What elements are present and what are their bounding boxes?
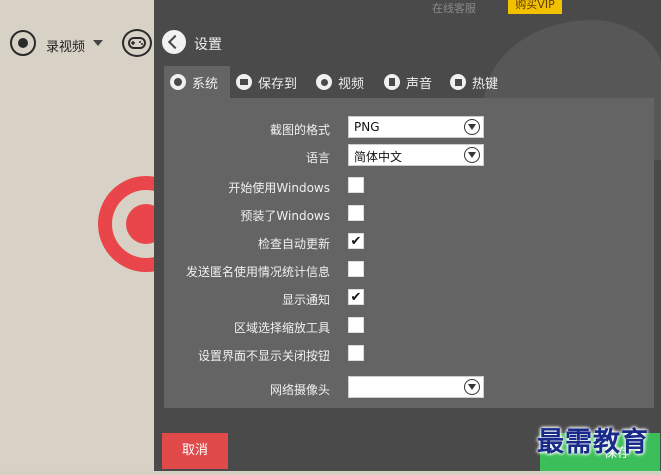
tab-label: 保存到 [258,76,298,92]
region-zoom-row: 区域选择缩放工具 [164,314,654,338]
preinstalled-windows-checkbox[interactable] [348,205,364,221]
chevron-down-icon[interactable] [464,119,480,135]
show-notifications-checkbox[interactable]: ✔ [348,289,364,305]
select-value: 简体中文 [354,150,403,164]
language-row: 语言 简体中文 [164,144,654,168]
hide-close-button-checkbox[interactable] [348,345,364,361]
page-title: 设置 [194,37,222,53]
anonymous-stats-row: 发送匿名使用情况统计信息 [164,258,654,282]
select-value: PNG [354,120,380,134]
buy-vip-button[interactable]: 购买VIP [508,0,562,14]
tab-label: 视频 [338,76,365,92]
webcam-row: 网络摄像头 [164,376,654,400]
tab-hotkeys[interactable]: 热键 [444,66,510,98]
record-icon [316,74,332,90]
settings-panel: 在线客服 购买VIP 设置 系统 保存到 视频 声音 热键 截图的格式 PNG … [154,0,661,471]
language-label: 语言 [305,151,330,165]
start-with-windows-checkbox[interactable] [348,177,364,193]
auto-update-row: 检查自动更新 ✔ [164,230,654,254]
screenshot-format-select[interactable]: PNG [348,116,484,138]
record-video-label[interactable]: 录视频 [46,36,85,55]
record-icon[interactable] [10,30,36,56]
online-service-link[interactable]: 在线客服 [432,0,476,16]
auto-update-label: 检查自动更新 [257,237,330,251]
gear-icon [170,74,186,90]
back-arrow-icon[interactable] [162,30,186,54]
chevron-down-icon[interactable] [93,40,103,46]
screenshot-format-label: 截图的格式 [269,123,330,137]
preinstalled-windows-label: 预装了Windows [240,209,330,223]
language-select[interactable]: 简体中文 [348,144,484,166]
cancel-button[interactable]: 取消 [162,433,228,469]
start-with-windows-label: 开始使用Windows [228,181,330,195]
hide-close-button-label: 设置界面不显示关闭按钮 [197,349,330,363]
tab-save-to[interactable]: 保存到 [230,66,310,98]
show-notifications-label: 显示通知 [281,293,330,307]
webcam-select[interactable] [348,376,484,398]
tab-label: 声音 [406,76,433,92]
auto-update-checkbox[interactable]: ✔ [348,233,364,249]
tab-label: 系统 [192,76,219,92]
screenshot-format-row: 截图的格式 PNG [164,116,654,140]
show-notifications-row: 显示通知 ✔ [164,286,654,310]
tab-label: 热键 [472,76,499,92]
settings-tabs: 系统 保存到 视频 声音 热键 [164,66,654,98]
preinstalled-windows-row: 预装了Windows [164,202,654,226]
region-zoom-label: 区域选择缩放工具 [233,321,330,335]
region-zoom-checkbox[interactable] [348,317,364,333]
folder-icon [236,74,252,90]
tab-audio[interactable]: 声音 [378,66,444,98]
watermark-text: 最需教育 [537,427,649,458]
speaker-icon [384,74,400,90]
anonymous-stats-label: 发送匿名使用情况统计信息 [185,265,330,279]
top-bar: 在线客服 购买VIP [154,0,661,22]
tab-video[interactable]: 视频 [310,66,378,98]
hotkey-icon [450,74,466,90]
gamepad-icon[interactable] [122,29,152,57]
background-app: 录视频 [0,0,194,471]
tab-system[interactable]: 系统 [164,66,230,98]
chevron-down-icon[interactable] [464,147,480,163]
webcam-label: 网络摄像头 [269,383,330,397]
start-with-windows-row: 开始使用Windows [164,174,654,198]
anonymous-stats-checkbox[interactable] [348,261,364,277]
chevron-down-icon[interactable] [464,379,480,395]
system-settings-form: 截图的格式 PNG 语言 简体中文 开始使用Windows 预装了Windows… [164,98,654,408]
hide-close-button-row: 设置界面不显示关闭按钮 [164,342,654,366]
